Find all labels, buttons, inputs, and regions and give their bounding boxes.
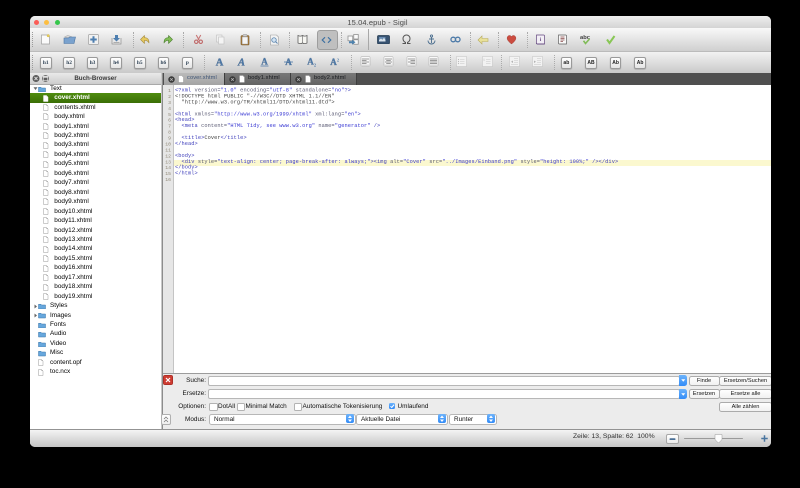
svg-text:2: 2 bbox=[313, 62, 316, 67]
svg-text:A: A bbox=[261, 57, 268, 67]
svg-text:2: 2 bbox=[337, 57, 340, 62]
svg-text:A: A bbox=[307, 57, 314, 67]
svg-text:A: A bbox=[215, 57, 223, 67]
svg-text:A: A bbox=[237, 57, 245, 67]
svg-text:A: A bbox=[330, 57, 337, 67]
